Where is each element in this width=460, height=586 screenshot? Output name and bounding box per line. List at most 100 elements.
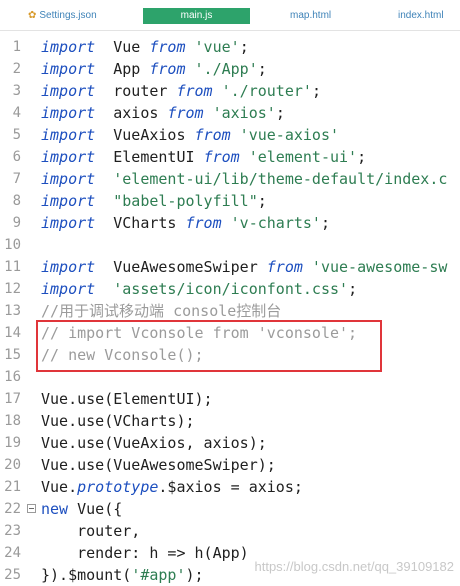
code-token: ; — [311, 82, 321, 100]
code-token: // new Vconsole(); — [41, 346, 204, 364]
code-line[interactable]: 21 Vue.prototype.$axios = axios; — [0, 476, 460, 498]
code-line[interactable]: 15 // new Vconsole(); — [0, 344, 460, 366]
code-text: //用于调试移动端 console控制台 — [41, 300, 281, 322]
code-token: VueAxios — [95, 126, 195, 144]
code-token: import — [41, 214, 96, 232]
code-token: VCharts — [95, 214, 186, 232]
code-token: Vue.use(VCharts); — [41, 412, 195, 430]
tab-main-js[interactable]: main.js — [143, 8, 250, 24]
code-text: import "babel-polyfill"; — [41, 190, 267, 212]
line-number: 19 — [4, 435, 21, 451]
code-line[interactable]: 6 import ElementUI from 'element-ui'; — [0, 146, 460, 168]
code-token: VueAwesomeSwiper — [95, 258, 267, 276]
fold-toggle-icon[interactable] — [27, 504, 36, 513]
code-line[interactable]: 8 import "babel-polyfill"; — [0, 190, 460, 212]
line-number: 13 — [4, 303, 21, 319]
code-text: router, — [41, 520, 140, 542]
code-line[interactable]: 3 import router from './router'; — [0, 80, 460, 102]
line-number: 23 — [4, 523, 21, 539]
code-line[interactable]: 7 import 'element-ui/lib/theme-default/in… — [0, 168, 460, 190]
code-line[interactable]: 22 new Vue({ — [0, 498, 460, 520]
code-line[interactable]: 10 — [0, 234, 460, 256]
code-text: import VueAxios from 'vue-axios' — [41, 124, 339, 146]
line-number: 2 — [12, 61, 21, 77]
code-editor[interactable]: 1 import Vue from 'vue'; 2 import App from … — [0, 36, 460, 586]
code-text: import axios from 'axios'; — [41, 102, 285, 124]
line-number: 15 — [4, 347, 21, 363]
code-text: }).$mount('#app'); — [41, 564, 204, 586]
code-token: ; — [275, 104, 285, 122]
code-text: import VueAwesomeSwiper from 'vue-awesom… — [41, 256, 447, 278]
code-line[interactable]: 9 import VCharts from 'v-charts'; — [0, 212, 460, 234]
code-text: Vue.use(VueAwesomeSwiper); — [41, 454, 276, 476]
code-line[interactable]: 2 import App from './App'; — [0, 58, 460, 80]
code-token: Vue.use(VueAwesomeSwiper); — [41, 456, 276, 474]
code-token: import — [41, 126, 96, 144]
code-token: 'axios' — [203, 104, 276, 122]
code-text: import ElementUI from 'element-ui'; — [41, 146, 366, 168]
gear-icon: ✿ — [28, 10, 37, 21]
code-token: ; — [257, 192, 267, 210]
code-token: 'vue-awesome-sw — [302, 258, 448, 276]
tab-settings-json[interactable]: ✿ Settings.json — [28, 8, 97, 24]
code-token: ; — [257, 60, 267, 78]
line-number: 8 — [12, 193, 21, 209]
code-token: ElementUI — [95, 148, 204, 166]
code-token: ; — [320, 214, 330, 232]
code-token: import — [41, 170, 96, 188]
line-number: 12 — [4, 281, 21, 297]
code-line[interactable]: 14 // import Vconsole from 'vconsole'; — [0, 322, 460, 344]
code-line[interactable]: 11 import VueAwesomeSwiper from 'vue-awes… — [0, 256, 460, 278]
code-token: Vue({ — [68, 500, 123, 518]
code-line[interactable]: 13 //用于调试移动端 console控制台 — [0, 300, 460, 322]
line-number: 14 — [4, 325, 21, 341]
code-text: new Vue({ — [41, 498, 122, 520]
code-line[interactable]: 4 import axios from 'axios'; — [0, 102, 460, 124]
code-token: ; — [348, 280, 358, 298]
code-token: .$axios = axios; — [158, 478, 303, 496]
tab-index-html[interactable]: index.html — [398, 8, 444, 24]
code-token: import — [41, 280, 96, 298]
code-line[interactable]: 12 import 'assets/icon/iconfont.css'; — [0, 278, 460, 300]
code-line[interactable]: 19 Vue.use(VueAxios, axios); — [0, 432, 460, 454]
line-number: 21 — [4, 479, 21, 495]
code-token: axios — [95, 104, 168, 122]
code-line[interactable]: 16 — [0, 366, 460, 388]
code-token: import — [41, 60, 96, 78]
code-token: 'element-ui' — [239, 148, 358, 166]
tab-map-html[interactable]: map.html — [290, 8, 331, 24]
tab-label: map.html — [290, 10, 332, 21]
code-line[interactable]: 23 router, — [0, 520, 460, 542]
line-number: 9 — [12, 215, 21, 231]
code-token: from — [167, 104, 204, 122]
code-token: App — [95, 60, 150, 78]
code-token: Vue. — [41, 478, 78, 496]
code-token: 'vue-axios' — [230, 126, 340, 144]
code-token: 'assets/icon/iconfont.css' — [95, 280, 349, 298]
code-token: from — [203, 148, 240, 166]
code-line[interactable]: 18 Vue.use(VCharts); — [0, 410, 460, 432]
tab-label: Settings.json — [39, 10, 97, 21]
code-text: import Vue from 'vue'; — [41, 36, 249, 58]
line-number: 24 — [4, 545, 21, 561]
code-token: import — [41, 104, 96, 122]
code-token: from — [185, 214, 222, 232]
code-token: import — [41, 192, 96, 210]
code-text: import VCharts from 'v-charts'; — [41, 212, 330, 234]
code-line[interactable]: 1 import Vue from 'vue'; — [0, 36, 460, 58]
code-text: // new Vconsole(); — [41, 344, 204, 366]
watermark: https://blog.csdn.net/qq_39109182 — [254, 559, 455, 574]
code-text: Vue.use(VCharts); — [41, 410, 195, 432]
code-token: from — [266, 258, 303, 276]
code-token: render: h => h(App) — [41, 544, 249, 562]
code-token: import — [41, 258, 96, 276]
line-number: 16 — [4, 369, 21, 385]
code-token: new — [41, 500, 69, 518]
code-line[interactable]: 17 Vue.use(ElementUI); — [0, 388, 460, 410]
line-number: 3 — [12, 83, 21, 99]
code-line[interactable]: 5 import VueAxios from 'vue-axios' — [0, 124, 460, 146]
code-token: import — [41, 82, 96, 100]
code-text: render: h => h(App) — [41, 542, 249, 564]
tab-label: index.html — [398, 10, 444, 21]
code-line[interactable]: 20 Vue.use(VueAwesomeSwiper); — [0, 454, 460, 476]
